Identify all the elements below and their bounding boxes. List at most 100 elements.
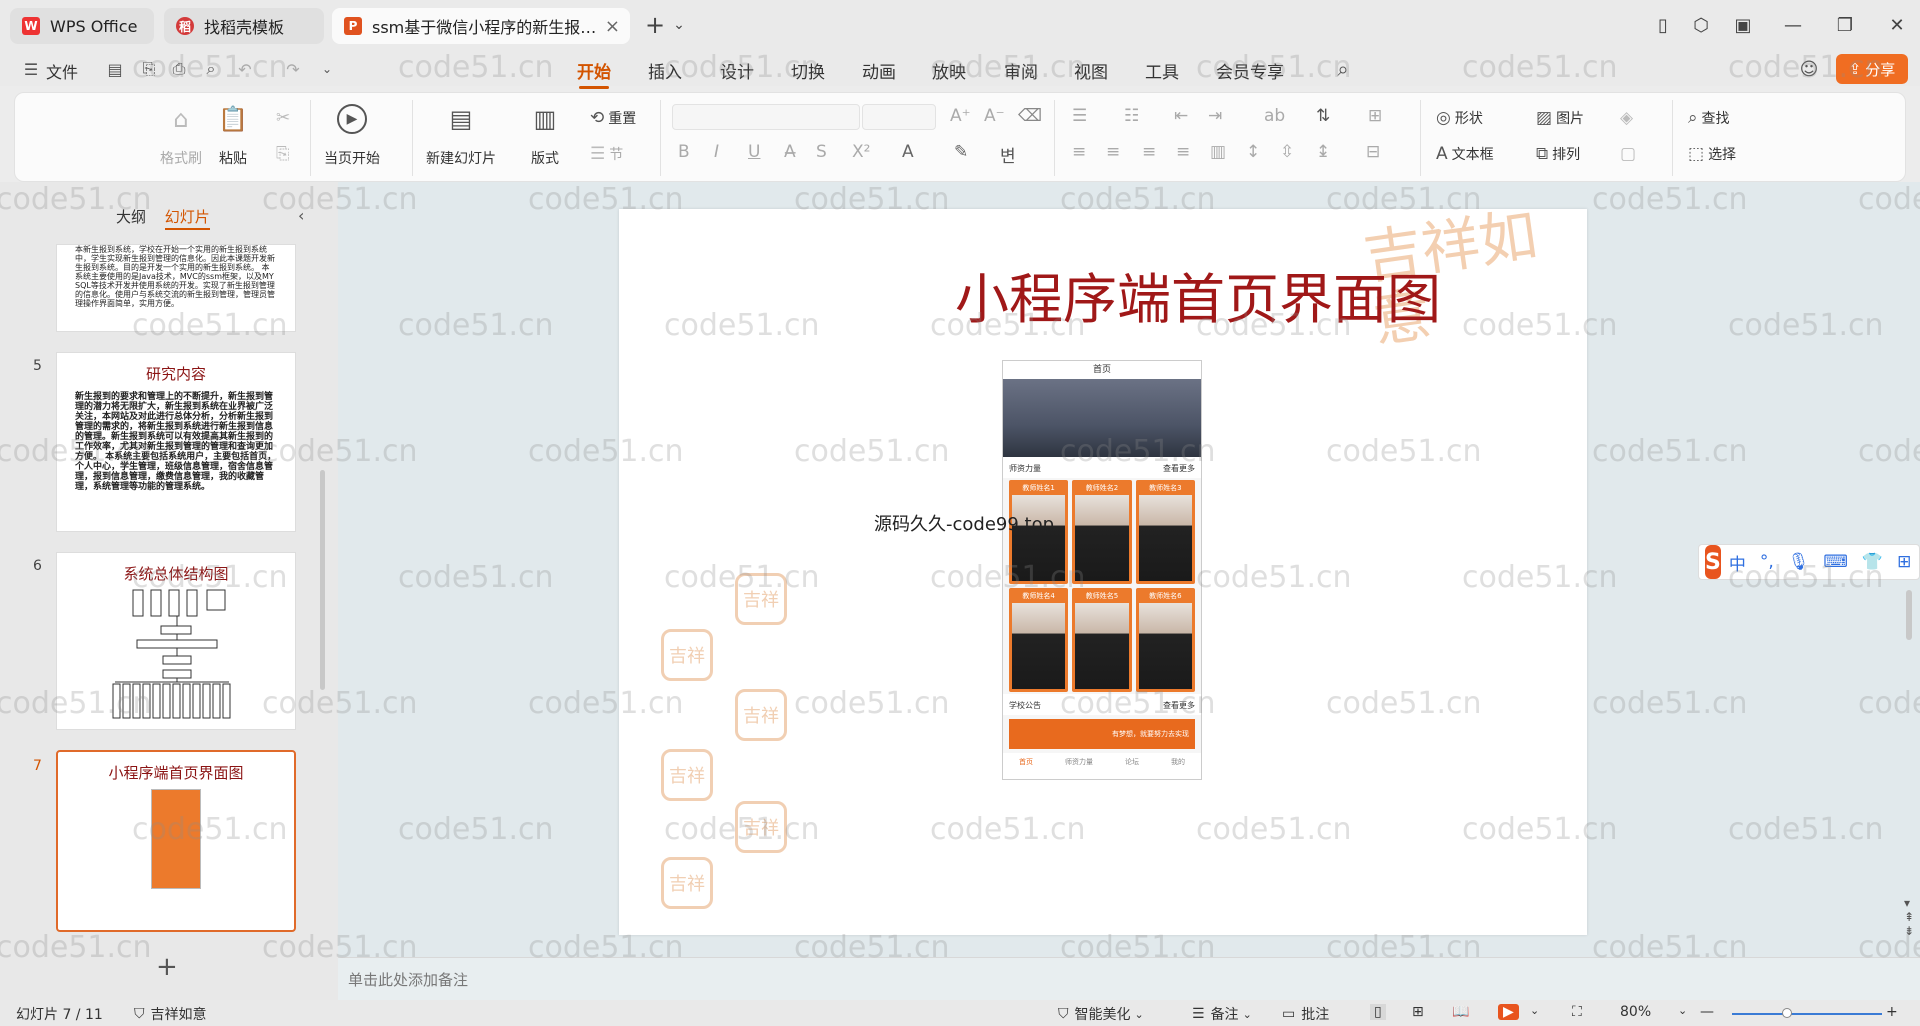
chat-icon[interactable]: ☺ [1798,58,1820,80]
menu-member[interactable]: 会员专享 [1216,58,1284,83]
avatar[interactable]: ▣ [1728,12,1758,38]
ime-toolbar[interactable]: S 中 °, 🎙 ⌨ 👕 ⊞ [1698,544,1920,580]
bullets-icon[interactable]: ☰ [1072,106,1087,126]
canvas-scrollbar[interactable] [1906,590,1912,640]
find-button[interactable]: ⌕ 查找 [1688,108,1730,128]
window-close-icon[interactable]: ✕ [1882,12,1912,38]
menu-home[interactable]: 开始 [577,58,611,89]
format-painter-button[interactable]: ⌂ 格式刷 [160,104,202,168]
slideshow-dropdown-icon[interactable]: ⌄ [1530,1004,1539,1017]
tab-wps-office[interactable]: W WPS Office [10,8,154,44]
restore-icon[interactable]: ❐ [1830,12,1860,38]
fill-button[interactable]: ◈ [1620,108,1637,128]
picture-button[interactable]: ▨ 图片 [1536,108,1584,128]
reading-view-icon[interactable]: 📖 [1452,1004,1469,1020]
clear-format-icon[interactable]: ⌫ [1018,106,1042,126]
font-size-select[interactable] [862,104,936,130]
shrink-font-icon[interactable]: A⁻ [984,106,1005,126]
panel-scrollbar[interactable] [320,470,325,690]
shape-button[interactable]: ◎ 形状 [1436,108,1483,128]
sort-icon[interactable]: ⇅ [1316,106,1330,126]
superscript-icon[interactable]: X² [852,142,870,162]
redo-icon[interactable]: ↷ [282,58,304,80]
font-color-icon[interactable]: A [902,142,914,162]
close-icon[interactable]: × [605,16,620,37]
minimize-icon[interactable]: — [1778,12,1808,38]
cube-icon[interactable]: ⬡ [1686,12,1716,38]
text-direction-icon[interactable]: ab [1264,106,1285,126]
text-align-vertical-icon[interactable]: ⊟ [1366,142,1380,162]
strikethrough-icon[interactable]: A̶ [784,142,796,162]
tab-dropdown-icon[interactable]: ⌄ [664,12,694,38]
notes-toggle-button[interactable]: ☰ 备注 ⌄ [1192,1004,1252,1024]
cut-icon[interactable]: ✂ [276,108,294,128]
slide-thumbnail-7[interactable]: 小程序端首页界面图 [56,750,296,932]
justify-icon[interactable]: ≡ [1176,142,1190,162]
zoom-in-icon[interactable]: + [1886,1004,1898,1020]
column-spacing-icon[interactable]: ↨ [1316,142,1330,162]
zoom-level[interactable]: 80% [1620,1004,1651,1020]
paste-button[interactable]: 📋 粘贴 [218,104,248,168]
export-icon[interactable]: ⎘ [138,58,160,80]
slide-title[interactable]: 小程序端首页界面图 [619,255,1587,334]
zoom-dropdown-icon[interactable]: ⌄ [1678,1004,1687,1017]
convert-icon[interactable]: ⊞ [1368,106,1382,126]
hamburger-icon[interactable]: ☰ [20,58,42,80]
shadow-icon[interactable]: S [816,142,827,162]
add-slide-button[interactable]: + [156,952,178,982]
highlight-icon[interactable]: ✎ [954,142,968,162]
current-slide[interactable]: 吉祥如意 吉祥 吉祥 吉祥 吉祥 吉祥 吉祥 小程序端首页界面图 首页 师资力量… [619,209,1587,935]
underline-icon[interactable]: U [748,142,760,162]
menu-view[interactable]: 视图 [1074,58,1108,83]
menu-slideshow[interactable]: 放映 [932,58,966,83]
menu-transition[interactable]: 切换 [791,58,825,83]
grow-font-icon[interactable]: A⁺ [950,106,971,126]
menu-insert[interactable]: 插入 [648,58,682,83]
ime-mode[interactable]: 中 [1729,550,1746,575]
page-nav-icons[interactable]: ▾ ⇞ ⇟ [1904,896,1914,938]
slide-thumbnail-4[interactable]: 本新生报到系统，学校在开始一个实用的新生报到系统中，学生实现新生报到管理的信息化… [56,244,296,332]
tab-docer[interactable]: 稻 找稻壳模板 [164,8,324,44]
distribute-icon[interactable]: ▥ [1210,142,1226,162]
normal-view-icon[interactable]: ▯ [1370,1004,1386,1020]
textbox-button[interactable]: A 文本框 [1436,144,1494,164]
collapse-panel-icon[interactable]: ‹ [298,206,304,225]
sorter-view-icon[interactable]: ⊞ [1412,1004,1424,1020]
tab-slides[interactable]: 幻灯片 [164,208,210,230]
microphone-icon[interactable]: 🎙 [1788,552,1810,572]
tab-presentation[interactable]: P ssm基于微信小程序的新生报… × [332,8,630,44]
print-preview-icon[interactable]: ⌕ [200,58,222,80]
font-family-select[interactable] [672,104,860,130]
tab-outline[interactable]: 大纲 [116,208,146,226]
phonetic-icon[interactable]: 변 [1000,142,1016,167]
zoom-slider[interactable] [1732,1013,1882,1015]
line-spacing-icon[interactable]: ↕ [1246,142,1260,162]
undo-icon[interactable]: ↶ [234,58,256,80]
share-button[interactable]: ⇪ 分享 [1836,54,1908,84]
start-current-slide-button[interactable]: ▶ 当页开始 [324,104,380,168]
menu-review[interactable]: 审阅 [1004,58,1038,83]
keyboard-icon[interactable]: ⌨ [1823,552,1848,572]
zoom-slider-handle[interactable] [1782,1008,1792,1018]
new-slide-button[interactable]: ▤ 新建幻灯片 [426,104,496,168]
play-slideshow-icon[interactable]: ▶ [1498,1004,1519,1020]
paragraph-spacing-icon[interactable]: ⇳ [1280,142,1294,162]
increase-indent-icon[interactable]: ⇥ [1208,106,1222,126]
menu-animation[interactable]: 动画 [862,58,896,83]
select-button[interactable]: ⬚ 选择 [1688,144,1736,164]
reset-button[interactable]: ⟲ 重置 [590,108,636,128]
layout-icon[interactable]: ▯ [1648,12,1678,38]
bold-icon[interactable]: B [678,142,690,162]
layout-button[interactable]: ▥ 版式 [530,104,560,168]
menu-design[interactable]: 设计 [720,58,754,83]
outline-button[interactable]: ▢ [1620,144,1640,164]
ime-punct[interactable]: °, [1760,552,1774,572]
decrease-indent-icon[interactable]: ⇤ [1174,106,1188,126]
smart-beautify-button[interactable]: ⛉ 智能美化 ⌄ [1058,1004,1144,1024]
save-icon[interactable]: ▤ [104,58,126,80]
skin-icon[interactable]: 👕 [1862,552,1883,572]
theme-button[interactable]: ⛉ 吉祥如意 [134,1004,207,1024]
slide-thumbnail-6[interactable]: 系统总体结构图 [56,552,296,730]
align-left-icon[interactable]: ≡ [1072,142,1086,162]
phone-screenshot-image[interactable]: 首页 师资力量 查看更多 教师姓名1 教师姓名2 教师姓名3 教师姓名4 教师姓名… [1002,360,1202,780]
